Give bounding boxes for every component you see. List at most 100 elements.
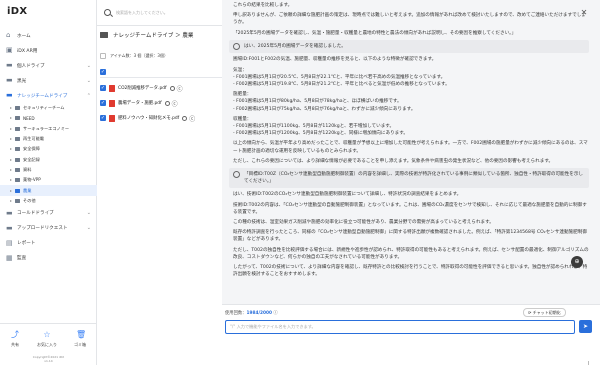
sidebar-item-label: 監査 <box>17 256 27 262</box>
expand-icon[interactable] <box>10 107 12 110</box>
subfolder-item[interactable]: セキュリティーチーム <box>0 103 97 113</box>
close-icon[interactable]: ✕ <box>579 8 589 18</box>
app-root: iDX ⌂ ホーム ▣ iDX AR用 ▬ 個人ドライブ ⌄ ▬ 黒光 ⌄ ▬ ナレッジチームドライブ… <box>0 0 600 365</box>
subfolder-label: NEED <box>23 115 35 121</box>
subfolder-item[interactable]: サーキュラーエコノミー <box>0 124 97 134</box>
ai-message-paragraph: ただし、これらの要因については、より詳細な情報が必要であることを申し添えます。気… <box>233 158 554 164</box>
sidebar: iDX ⌂ ホーム ▣ iDX AR用 ▬ 個人ドライブ ⌄ ▬ 黒光 ⌄ ▬ ナレッジチームドライブ… <box>0 0 97 365</box>
file-list-header: ✓ <box>100 66 222 78</box>
sidebar-item[interactable]: ▬ コールドドライブ ⌄ <box>0 206 97 221</box>
sidebar-item[interactable]: ▬ 黒光 ⌄ <box>0 73 97 88</box>
user-icon <box>233 43 240 51</box>
ai-message: 圃場ID:F001とF002の気温、施肥量、収穫量の推移を見ると、以下のような特… <box>229 56 589 165</box>
sidebar-item[interactable]: ▬ ナレッジチームドライブ ⌃ <box>0 88 97 103</box>
help-icon[interactable]: ⓘ <box>273 311 277 316</box>
status-icon <box>182 115 188 121</box>
sidebar-item-label: レポート <box>17 241 36 247</box>
subfolder-item[interactable]: その他 <box>0 196 97 206</box>
sidebar-item[interactable]: ▦ 監査 <box>0 251 97 266</box>
chat-input[interactable]: "/" 入力で機能やファイル名を入力できます。 <box>225 320 575 334</box>
sidebar-item-label: iDX AR用 <box>17 48 38 54</box>
ai-message-paragraph: 収穫量： - F001圃場は5月1日が1100kg、5月8日が1120kgと、若… <box>233 116 408 137</box>
subfolder-item[interactable]: 薬物-VPP <box>0 175 97 185</box>
trash-button[interactable]: 🗑 ゴミ箱 <box>65 331 95 348</box>
sidebar-item[interactable]: ▣ iDX AR用 <box>0 43 97 58</box>
favorite-button[interactable]: ☆ お気に入り <box>32 331 62 348</box>
top-bar: 検索語を入力してください。 <box>97 0 222 26</box>
folder-icon: ▬ <box>6 223 13 232</box>
select-all-checkbox[interactable]: ✓ <box>100 68 106 75</box>
subfolder-item[interactable]: 資料 <box>0 165 97 175</box>
reset-chat-button[interactable]: ⟳ チャット初期化 <box>523 308 566 317</box>
chevron-down-icon[interactable]: ⌄ <box>87 78 91 84</box>
expand-icon[interactable] <box>10 138 12 141</box>
file-checkbox[interactable]: ✓ <box>100 85 106 91</box>
expand-icon[interactable] <box>10 127 12 130</box>
ai-message: これらの結果を比較します。 申し訳ありませんが、ご依頼の詳細な施肥計画の策定は、現… <box>229 2 589 37</box>
folder-icon <box>15 116 20 121</box>
ai-message-paragraph: 施肥量： - F001圃場は5月1日が80kg/ha、5月8日が78kg/haと… <box>233 92 416 112</box>
subfolder-label: その他 <box>23 197 36 203</box>
resize-grip-icon[interactable] <box>584 361 589 365</box>
subfolder-label: 薬物-VPP <box>23 177 41 183</box>
ai-message-paragraph: 以上の傾向から、気温が平年より高めだったことで、収穫量が予想以上に増加した可能性… <box>233 141 588 154</box>
expand-icon[interactable] <box>10 189 12 192</box>
subfolder-item[interactable]: 農業 <box>0 185 97 196</box>
sidebar-item[interactable]: ⌂ ホーム <box>0 28 97 43</box>
chevron-up-icon[interactable]: ⌃ <box>87 93 91 99</box>
chevron-down-icon[interactable]: ⌄ <box>87 210 91 216</box>
chat-composer: 使用回数：1984/2000 ⓘ ⟳ チャット初期化 "/" 入力で機能やファイ… <box>222 304 600 365</box>
file-row[interactable]: ✓ CO2削減推移データ.pdf ⓒ <box>100 81 222 95</box>
file-row[interactable]: ✓ 肥料ノウハウ・知財化メモ.pdf ⓒ <box>100 111 222 125</box>
copyright: Copyright©2021 iDX v1.14 <box>0 355 97 363</box>
usage-counter: 使用回数：1984/2000 ⓘ <box>225 310 278 316</box>
folder-icon: ▬ <box>6 76 13 84</box>
search-input[interactable]: 検索語を入力してください。 <box>116 10 168 16</box>
ai-message-paragraph: したがって、T002の技術について、より詳細な内容を確認し、既存特許との比較検討… <box>233 264 588 278</box>
expand-icon[interactable] <box>10 168 12 171</box>
subfolder-item[interactable]: 安全保障 <box>0 144 97 154</box>
file-name[interactable]: 肥料ノウハウ・知財化メモ.pdf <box>118 115 179 121</box>
subfolder-item[interactable]: NEED <box>0 113 97 123</box>
file-name[interactable]: 農場データ・施肥.pdf <box>118 100 162 106</box>
view-toggle-checkbox[interactable] <box>100 53 106 59</box>
sidebar-item[interactable]: ▬ アップロードリクエスト ⌄ <box>0 221 97 236</box>
file-checkbox[interactable]: ✓ <box>100 100 106 106</box>
pdf-icon <box>109 114 115 122</box>
chevron-down-icon[interactable]: ⌄ <box>87 225 91 231</box>
send-icon: ➤ <box>582 323 589 330</box>
pdf-icon <box>109 84 115 92</box>
subfolder-item[interactable]: 安全記録 <box>0 154 97 164</box>
star-icon: ☆ <box>43 330 51 339</box>
version-text: v1.14 <box>44 359 53 363</box>
chevron-down-icon[interactable]: ⌄ <box>87 63 91 69</box>
sidebar-footer: ⤴ 共有 ☆ お気に入り 🗑 ゴミ箱 Copyright©2021 iDX v1… <box>0 323 97 365</box>
reset-chat-label: チャット初期化 <box>532 310 561 315</box>
expand-icon[interactable] <box>10 199 12 202</box>
ai-icon: ⓒ <box>189 115 196 123</box>
folder-icon <box>15 126 20 131</box>
chat-log: これらの結果を比較します。 申し訳ありませんが、ご依頼の詳細な施肥計画の策定は、現… <box>229 2 589 300</box>
file-name[interactable]: CO2削減推移データ.pdf <box>118 85 167 91</box>
subfolder-label: 安全保障 <box>23 146 40 152</box>
expand-icon[interactable] <box>10 148 12 151</box>
expand-icon[interactable] <box>10 179 12 182</box>
sidebar-item[interactable]: ▬ 個人ドライブ ⌄ <box>0 58 97 73</box>
send-button[interactable]: ➤ <box>579 320 592 333</box>
sidebar-item-label: コールドドライブ <box>17 211 54 217</box>
breadcrumb-text[interactable]: ナレッジチームドライブ ＞ 農業 <box>113 31 193 39</box>
expand-icon[interactable] <box>10 117 12 120</box>
expand-icon[interactable] <box>10 158 12 161</box>
subfolder-item[interactable]: 再生可能電 <box>0 134 97 144</box>
file-checkbox[interactable]: ✓ <box>100 115 106 121</box>
sidebar-item[interactable]: ▤ レポート <box>0 236 97 251</box>
subfolder-label: 安全記録 <box>23 156 40 162</box>
search-box[interactable]: 検索語を入力してください。 <box>100 5 218 20</box>
subfolder-label: サーキュラーエコノミー <box>23 125 70 131</box>
scroll-down-icon[interactable]: ⊕ <box>571 256 583 268</box>
breadcrumb: ナレッジチームドライブ ＞ 農業 <box>100 31 193 39</box>
app-logo[interactable]: iDX <box>7 6 27 17</box>
share-button[interactable]: ⤴ 共有 <box>0 331 30 348</box>
file-row[interactable]: ✓ 農場データ・施肥.pdf ⓒ <box>100 96 222 110</box>
ai-message-paragraph: 気温： - F001圃場は5月1日が20.5℃、5月8日が22.1℃と、平年に比… <box>233 67 450 87</box>
